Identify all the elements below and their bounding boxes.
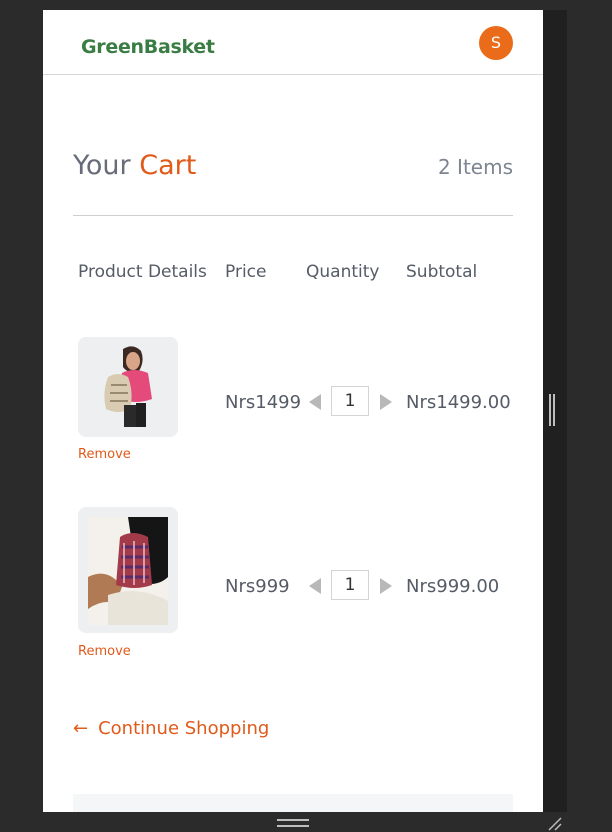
resize-corner-icon[interactable] [545,814,563,832]
increase-quantity-icon[interactable] [380,394,392,410]
window-bottom-bar [43,812,567,832]
decrease-quantity-icon[interactable] [309,394,321,410]
user-avatar[interactable]: S [479,26,513,60]
column-header-product-details: Product Details [78,262,207,282]
product-image-1[interactable] [78,337,178,437]
drag-handle-icon[interactable] [277,819,309,821]
app-header: GreenBasket S [43,10,543,75]
continue-shopping-label: Continue Shopping [98,718,270,739]
side-resize-handle-icon[interactable] [549,394,555,426]
backpack-product-image [78,507,178,633]
brand-logo[interactable]: GreenBasket [81,36,215,58]
cart-page: GreenBasket S Your Cart 2 Items Product … [43,10,543,812]
cart-item-count: 2 Items [437,155,513,179]
column-header-price: Price [225,262,267,282]
column-header-subtotal: Subtotal [406,262,478,282]
quantity-input-2[interactable] [331,570,369,600]
product-image-2[interactable] [78,507,178,633]
window-side-panel [543,10,567,812]
continue-shopping-link[interactable]: ← Continue Shopping [73,718,269,739]
backpack-product-image [78,337,178,437]
quantity-input-1[interactable] [331,386,369,416]
page-title: Your Cart [73,150,196,181]
item-subtotal-1: Nrs1499.00 [406,392,511,413]
item-subtotal-2: Nrs999.00 [406,576,500,597]
title-divider [73,215,513,216]
remove-item-button-1[interactable]: Remove [78,447,131,462]
increase-quantity-icon[interactable] [380,578,392,594]
remove-item-button-2[interactable]: Remove [78,644,131,659]
decrease-quantity-icon[interactable] [309,578,321,594]
drag-handle-icon[interactable] [277,825,309,827]
item-price-1: Nrs1499 [225,392,302,413]
order-summary-panel [73,794,513,812]
column-header-quantity: Quantity [306,262,380,282]
page-title-accent: Cart [139,150,197,181]
arrow-left-icon: ← [73,718,89,739]
page-title-prefix: Your [73,150,131,181]
item-price-2: Nrs999 [225,576,290,597]
